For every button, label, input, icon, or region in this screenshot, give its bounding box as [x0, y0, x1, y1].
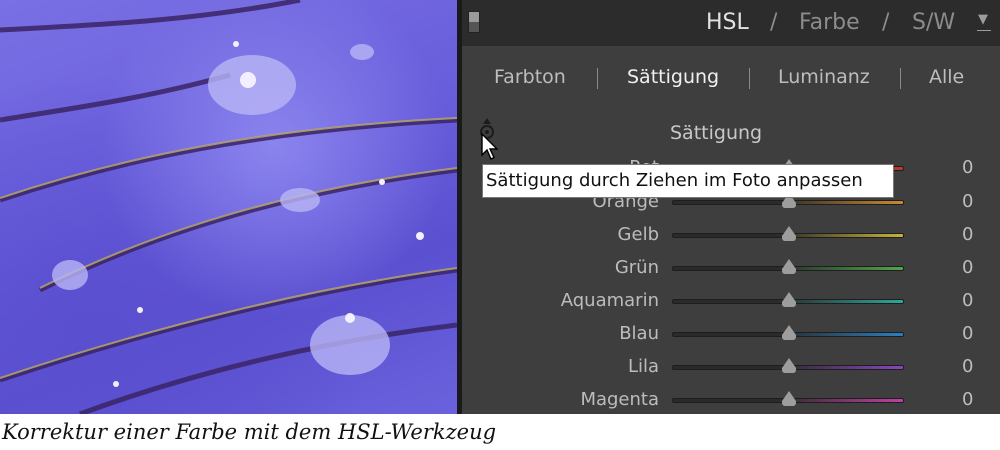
triangle-underline [977, 30, 991, 31]
slider-row-blau: Blau 0 [462, 321, 1000, 347]
tab-sw[interactable]: S/W [912, 10, 955, 35]
slider-value[interactable]: 0 [962, 257, 973, 278]
slider-thumb[interactable] [782, 259, 796, 274]
slider-row-gelb: Gelb 0 [462, 222, 1000, 248]
figure-caption: Korrektur einer Farbe mit dem HSL-Werkze… [2, 420, 497, 444]
slider-thumb[interactable] [782, 292, 796, 307]
mouse-pointer-icon [480, 132, 500, 167]
slider-value[interactable]: 0 [962, 290, 973, 311]
slider-value[interactable]: 0 [962, 389, 973, 410]
tab-hsl[interactable]: HSL [706, 10, 749, 35]
slider-value[interactable]: 0 [962, 323, 973, 344]
slider-value[interactable]: 0 [962, 157, 973, 178]
tab-alle[interactable]: Alle [929, 66, 964, 88]
slider-row-lila: Lila 0 [462, 354, 1000, 380]
slider-row-magenta: Magenta 0 [462, 387, 1000, 413]
slider-label: Blau [619, 323, 659, 344]
slider-thumb[interactable] [782, 226, 796, 241]
slider-value[interactable]: 0 [962, 224, 973, 245]
slider-thumb[interactable] [782, 358, 796, 373]
slider-label: Grün [614, 257, 659, 278]
tab-separator [900, 68, 901, 89]
slider-label: Aquamarin [560, 290, 659, 311]
slider-label: Gelb [617, 224, 659, 245]
slider-label: Magenta [580, 389, 659, 410]
slider-thumb[interactable] [782, 391, 796, 406]
tab-farbton[interactable]: Farbton [494, 66, 566, 88]
slider-row-aquamarin: Aquamarin 0 [462, 288, 1000, 314]
header-separator: / [882, 10, 890, 35]
panel-toggle-icon[interactable] [468, 11, 480, 33]
slider-label: Lila [627, 356, 659, 377]
tooltip: Sättigung durch Ziehen im Foto anpassen [482, 164, 894, 198]
slider-row-grün: Grün 0 [462, 255, 1000, 281]
triangle-down-icon[interactable]: ▼ [978, 12, 988, 27]
slider-value[interactable]: 0 [962, 356, 973, 377]
panel-header: HSL / Farbe / S/W ▼ [462, 0, 1000, 46]
tab-farbe[interactable]: Farbe [799, 10, 860, 35]
photo-content [0, 0, 457, 414]
sub-tabs: Farbton Sättigung Luminanz Alle [462, 52, 1000, 102]
tab-separator [749, 68, 750, 89]
hsl-panel: HSL / Farbe / S/W ▼ Farbton Sättigung Lu… [462, 0, 1000, 414]
photo-preview[interactable] [0, 0, 457, 414]
tab-luminanz[interactable]: Luminanz [778, 66, 870, 88]
header-separator: / [770, 10, 778, 35]
tab-saettigung[interactable]: Sättigung [627, 66, 719, 88]
tab-separator [597, 68, 598, 89]
slider-thumb[interactable] [782, 325, 796, 340]
section-title: Sättigung [670, 122, 763, 144]
slider-value[interactable]: 0 [962, 191, 973, 212]
